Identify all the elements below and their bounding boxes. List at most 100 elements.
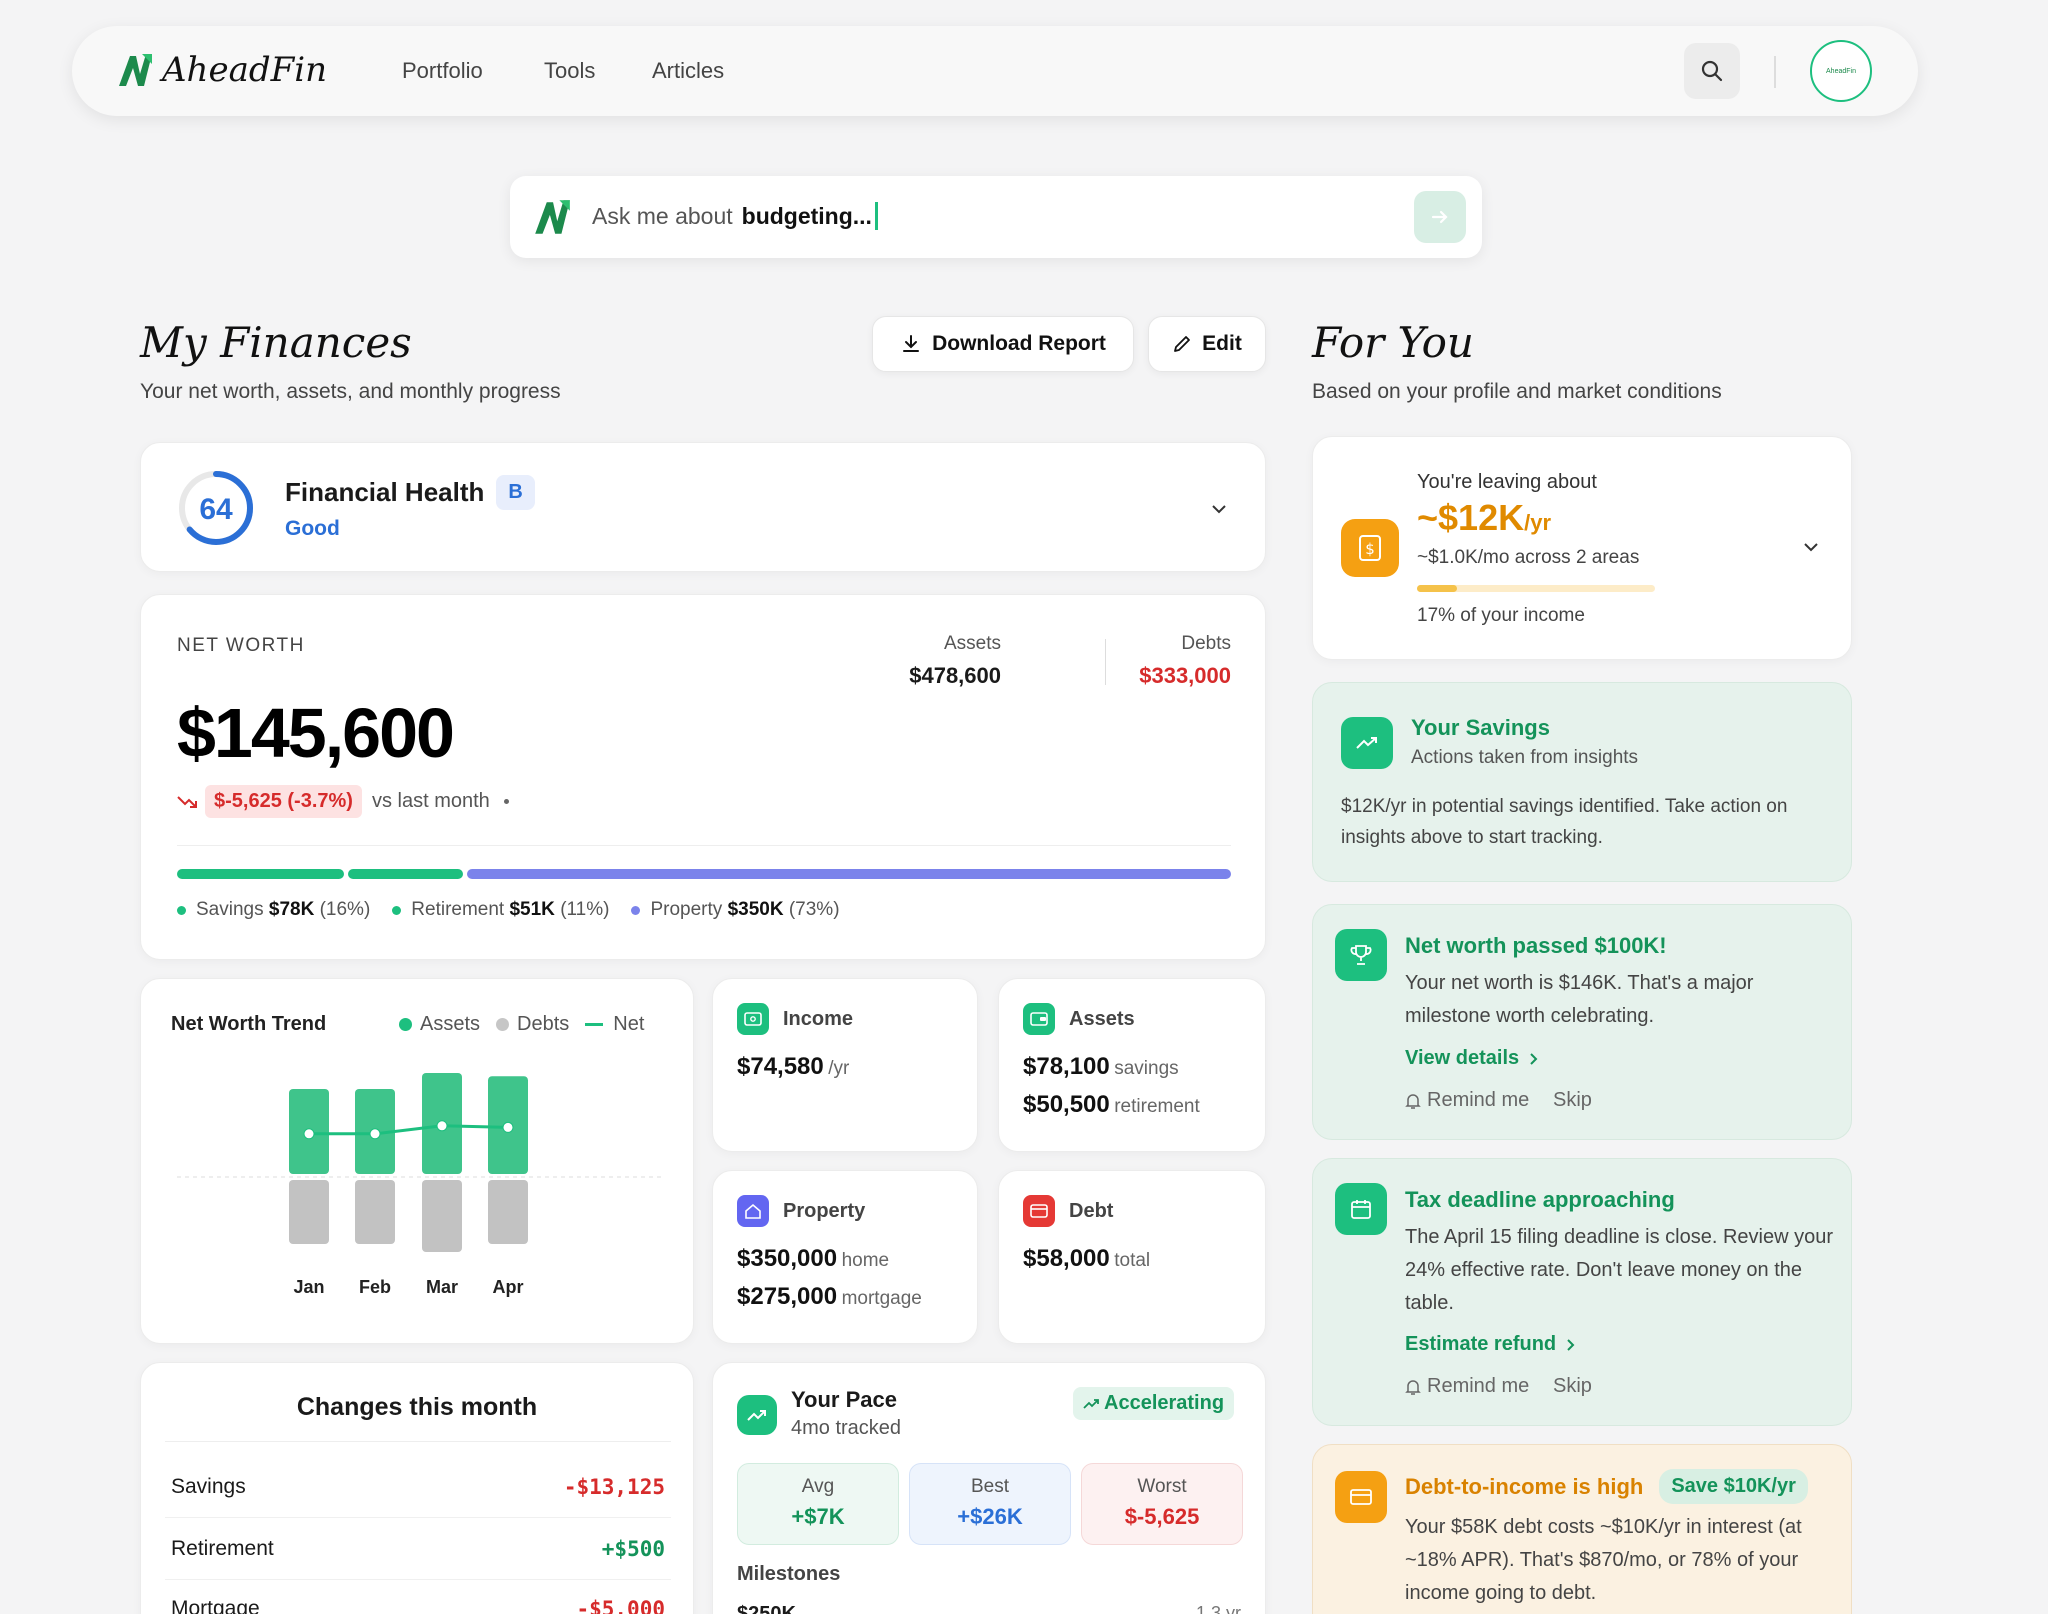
savings-sub: Actions taken from insights (1411, 747, 1639, 768)
health-score: 64 (199, 493, 233, 526)
dollar-bill-icon: $ (1341, 519, 1399, 577)
assets-tile[interactable]: Assets $78,100 savings $50,500 retiremen… (998, 978, 1266, 1152)
debt-bar (422, 1180, 462, 1252)
for-you-title: For You (1312, 318, 1474, 367)
retirement-value: $50,500 (1023, 1091, 1110, 1118)
worst-value: $-5,625 (1124, 1504, 1200, 1529)
remind-me-button[interactable]: Remind me (1405, 1375, 1529, 1398)
text-cursor (874, 202, 878, 230)
debt-bar (289, 1180, 329, 1244)
ask-bar[interactable]: Ask me about budgeting... (510, 176, 1482, 258)
change-label: Savings (171, 1475, 246, 1498)
nav-articles[interactable]: Articles (652, 58, 724, 84)
leak-card[interactable]: $ You're leaving about ~$12K/yr ~$1.0K/m… (1312, 436, 1852, 660)
ask-input[interactable]: Ask me about budgeting... (592, 202, 878, 230)
debts-total: $333,000 (1139, 663, 1231, 688)
avatar[interactable]: AheadFin (1810, 40, 1872, 102)
tax-card: Tax deadline approaching The April 15 fi… (1312, 1158, 1852, 1426)
arrow-right-icon (1431, 210, 1448, 224)
nav-portfolio[interactable]: Portfolio (402, 58, 483, 84)
send-button[interactable] (1414, 191, 1466, 243)
change-value: -$13,125 (563, 1475, 665, 1499)
home-unit: home (841, 1250, 890, 1271)
chevron-down-icon[interactable] (1209, 499, 1229, 519)
pace-sub: 4mo tracked (791, 1417, 902, 1439)
milestone-card: Net worth passed $100K! Your net worth i… (1312, 904, 1852, 1140)
net-worth-trend-chart: Jan Feb Mar Apr (177, 1073, 661, 1297)
trend-title: Net Worth Trend (171, 1013, 327, 1035)
logo-icon (535, 200, 570, 234)
net-line (309, 1124, 509, 1136)
income-share-bar (1417, 585, 1655, 592)
pace-title: Your Pace (791, 1387, 897, 1412)
save-badge: Save $10K/yr (1659, 1469, 1808, 1504)
income-share-fill (1417, 585, 1458, 592)
debt-income-body: Your $58K debt costs ~$10K/yr in interes… (1405, 1516, 1802, 1604)
view-details-link[interactable]: View details (1405, 1047, 1539, 1070)
trend-up-icon (1083, 1398, 1099, 1409)
edit-button[interactable]: Edit (1148, 316, 1266, 372)
nav-divider (1774, 56, 1776, 88)
change-value: -$5,000 (576, 1597, 665, 1614)
divider (165, 1517, 671, 1518)
savings-unit: savings (1114, 1058, 1179, 1079)
property-label: Property (783, 1199, 866, 1222)
debt-tile[interactable]: Debt $58,000 total (998, 1170, 1266, 1344)
property-tile[interactable]: Property $350,000 home $275,000 mortgage (712, 1170, 978, 1344)
savings-value: $78,100 (1023, 1053, 1110, 1080)
worst-label: Worst (1137, 1476, 1187, 1497)
divider (1105, 639, 1106, 685)
pace-card: Your Pace 4mo tracked Accelerating Avg +… (712, 1362, 1266, 1614)
remind-me-label: Remind me (1427, 1089, 1530, 1111)
financial-health-card[interactable]: 64 Financial Health B Good (140, 442, 1266, 572)
milestone-title: Net worth passed $100K! (1405, 933, 1667, 958)
legend-assets: Assets (399, 1013, 480, 1036)
net-point (303, 1128, 315, 1140)
skip-button[interactable]: Skip (1553, 1375, 1592, 1398)
pace-avg: Avg +$7K (737, 1463, 899, 1545)
debt-unit: total (1114, 1250, 1151, 1271)
estimate-refund-link[interactable]: Estimate refund (1405, 1333, 1576, 1356)
download-report-button[interactable]: Download Report (872, 316, 1134, 372)
changes-card: Changes this month Savings -$13,125 Reti… (140, 1362, 694, 1614)
savings-title: Your Savings (1411, 715, 1550, 740)
legend-property: Property $350K (73%) (631, 899, 840, 921)
mortgage-unit: mortgage (841, 1288, 922, 1309)
search-button[interactable] (1684, 43, 1740, 99)
assets-tile-label: Assets (1069, 1007, 1135, 1030)
change-label: Mortgage (171, 1597, 260, 1614)
debt-income-card: Debt-to-income is high Save $10K/yr Your… (1312, 1444, 1852, 1614)
your-savings-card: Your Savings Actions taken from insights… (1312, 682, 1852, 882)
trend-down-icon (177, 795, 197, 808)
tax-body: The April 15 filing deadline is close. R… (1405, 1226, 1833, 1314)
leak-income: 17% of your income (1417, 605, 1585, 626)
calendar-icon (1335, 1183, 1387, 1235)
finances-title: My Finances (140, 318, 412, 367)
assets-label: Assets (943, 633, 1001, 654)
ask-topic: budgeting... (741, 202, 872, 229)
avg-value: +$7K (791, 1504, 845, 1529)
trend-up-icon (737, 1395, 777, 1435)
finances-subtitle: Your net worth, assets, and monthly prog… (140, 380, 561, 403)
x-tick-label: Feb (359, 1277, 391, 1297)
allocation-segment (177, 869, 345, 879)
health-title: Financial Health (285, 477, 485, 507)
chevron-down-icon[interactable] (1801, 537, 1821, 557)
change-value: +$500 (601, 1537, 665, 1561)
savings-body: $12K/yr in potential savings identified.… (1341, 796, 1788, 848)
retirement-unit: retirement (1114, 1096, 1200, 1117)
dot-icon (503, 799, 509, 804)
debt-bar (488, 1180, 528, 1244)
brand-logo[interactable]: AheadFin (116, 50, 327, 90)
remind-me-button[interactable]: Remind me (1405, 1089, 1529, 1112)
milestone-time: 1.3 yr (1195, 1603, 1241, 1614)
skip-button[interactable]: Skip (1553, 1089, 1592, 1112)
estimate-refund-label: Estimate refund (1405, 1333, 1557, 1355)
bell-icon (1405, 1379, 1421, 1395)
leak-amount: ~$12K (1417, 497, 1525, 538)
net-worth-label: NET WORTH (177, 635, 305, 656)
nav-tools[interactable]: Tools (544, 58, 595, 84)
health-status: Good (285, 517, 340, 540)
leak-pre: You're leaving about (1417, 471, 1597, 493)
income-tile[interactable]: Income $74,580 /yr (712, 978, 978, 1152)
